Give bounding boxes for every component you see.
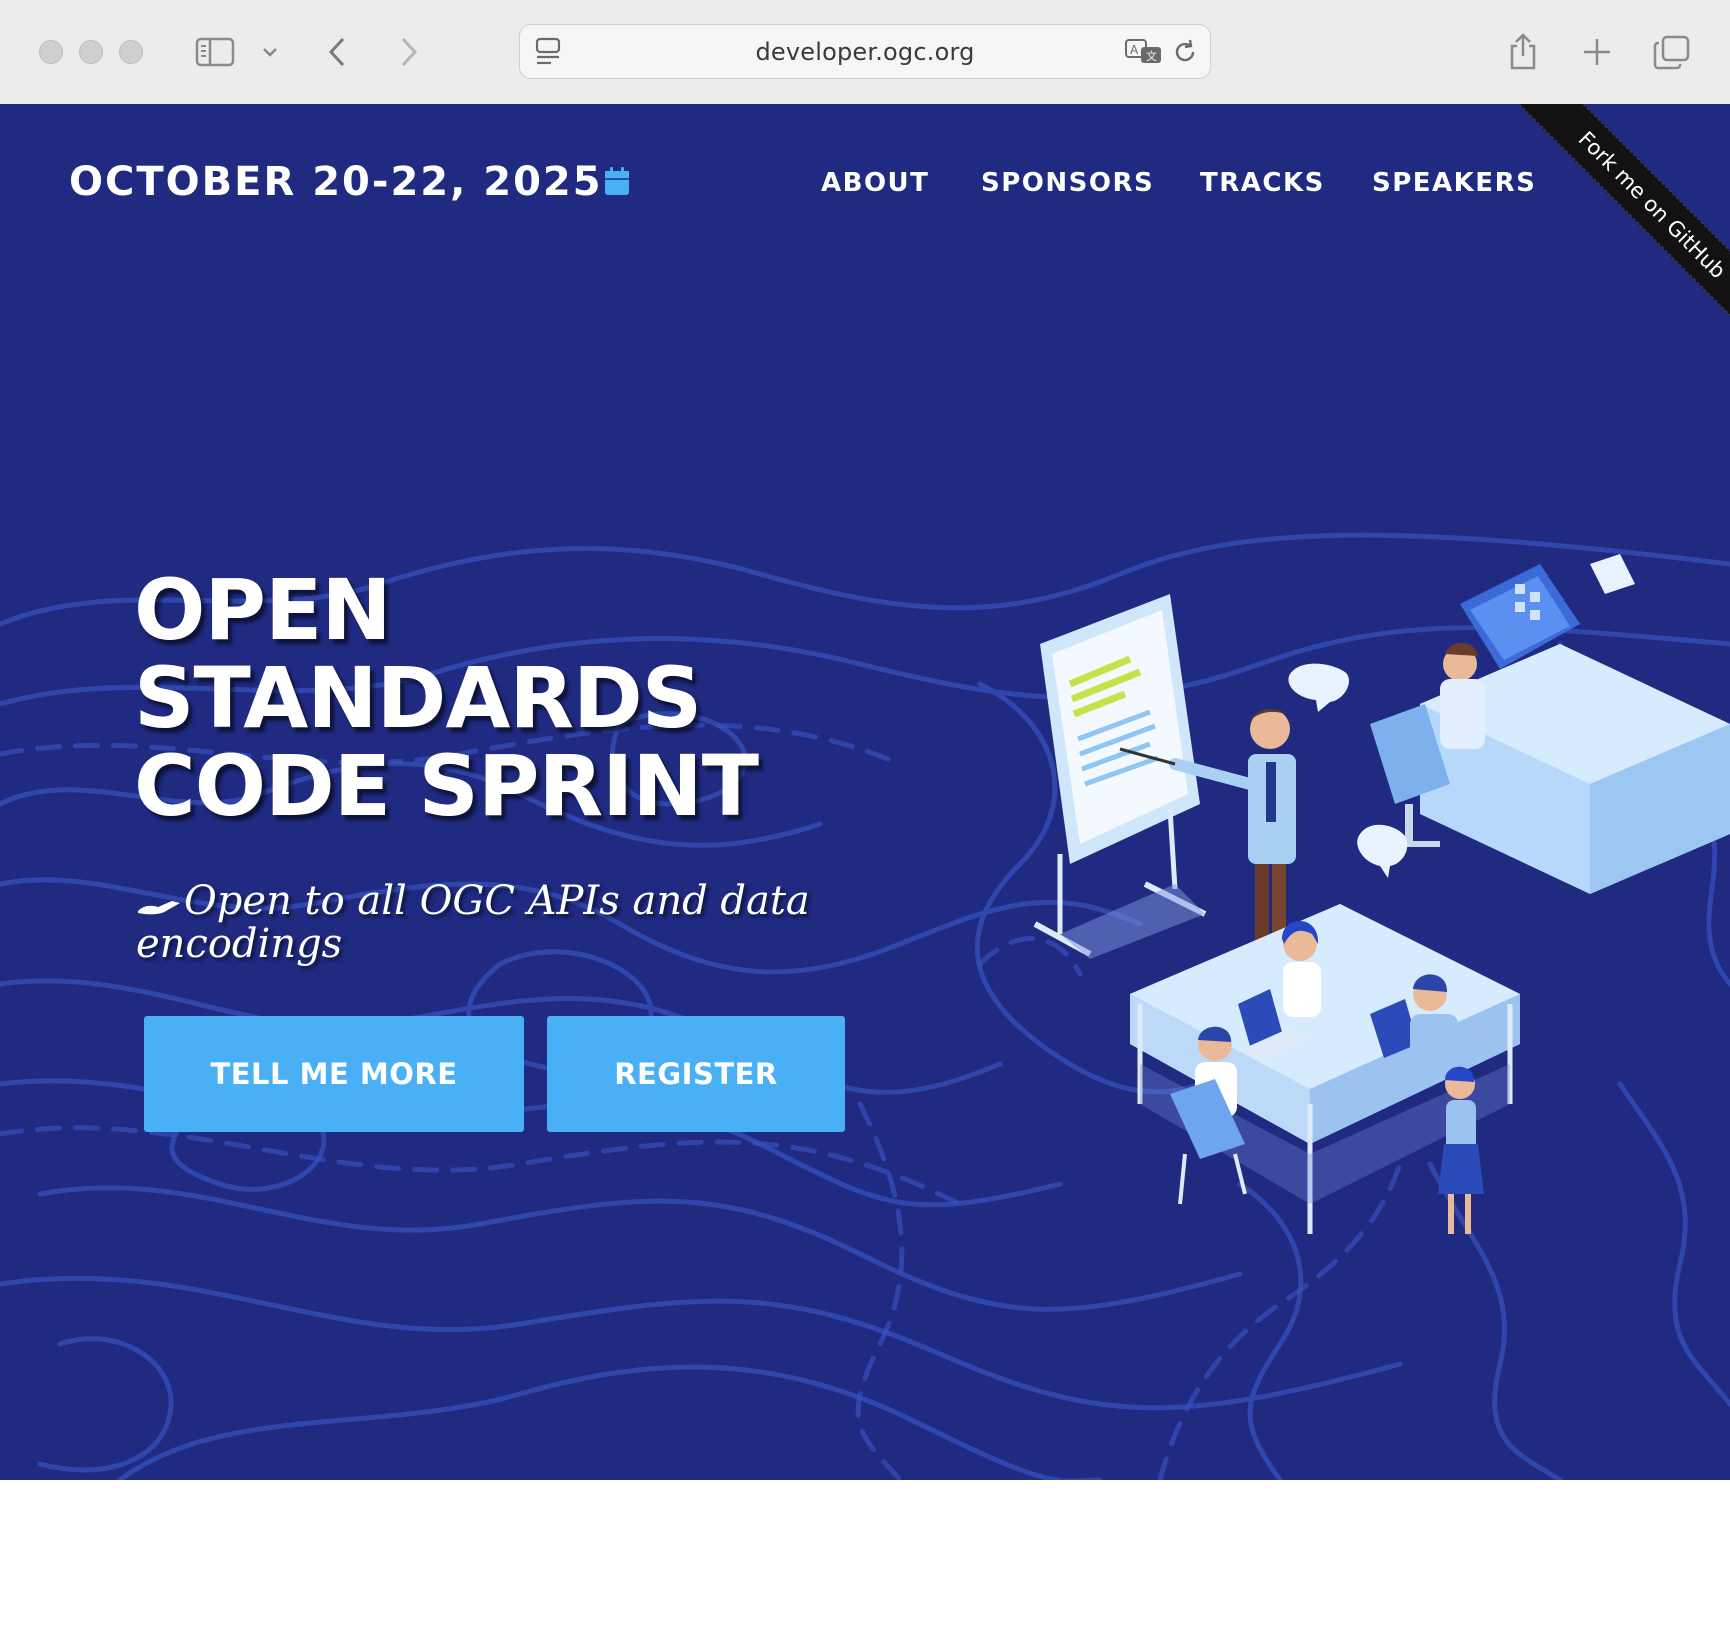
translate-icon[interactable]: A文 (1124, 37, 1164, 72)
back-icon[interactable] (322, 30, 352, 74)
sidebar-icon[interactable] (194, 30, 236, 74)
hero-section: OCTOBER 20-22, 2025 ABOUT SPONSORS TRACK… (0, 104, 1730, 1480)
reload-icon[interactable] (1170, 37, 1200, 72)
tabs-overview-icon[interactable] (1652, 30, 1692, 74)
hero-subtitle: Open to all OGC APIs and data encodings (136, 881, 816, 964)
close-window-button[interactable] (39, 40, 63, 64)
address-bar[interactable]: developer.ogc.org A文 (519, 24, 1211, 79)
share-icon[interactable] (1506, 30, 1540, 74)
nav-tracks[interactable]: TRACKS (1200, 168, 1325, 198)
new-tab-icon[interactable] (1580, 30, 1614, 74)
team-illustration (1033, 554, 1730, 1234)
hero-subtitle-text: Open to all OGC APIs and data encodings (136, 878, 810, 967)
svg-text:A: A (1130, 43, 1139, 57)
browser-toolbar: developer.ogc.org A文 (0, 0, 1730, 105)
hero-title: OPEN STANDARDS CODE SPRINT (134, 561, 759, 835)
fork-ribbon[interactable]: Fork me on GitHub (1490, 104, 1730, 344)
hero-title-line: STANDARDS (134, 649, 702, 747)
hero-title-line: CODE SPRINT (134, 737, 759, 835)
nav-about[interactable]: ABOUT (821, 168, 929, 198)
tell-me-more-button[interactable]: TELL ME MORE (144, 1016, 524, 1132)
fork-ribbon-text[interactable]: Fork me on GitHub (1574, 127, 1730, 283)
minimize-window-button[interactable] (79, 40, 103, 64)
whiteboard (1033, 594, 1207, 959)
upper-desk (1370, 554, 1730, 894)
nav-sponsors[interactable]: SPONSORS (981, 168, 1154, 198)
forward-icon[interactable] (394, 30, 424, 74)
zoom-window-button[interactable] (119, 40, 143, 64)
site-navbar: OCTOBER 20-22, 2025 ABOUT SPONSORS TRACK… (0, 104, 1730, 264)
chevron-down-icon[interactable] (258, 30, 282, 74)
url-text: developer.ogc.org (755, 38, 975, 66)
svg-text:文: 文 (1146, 49, 1157, 63)
handshake-icon (136, 884, 184, 924)
hero-title-line: OPEN (134, 561, 392, 659)
lower-desk (1130, 824, 1520, 1234)
event-dates[interactable]: OCTOBER 20-22, 2025 (69, 159, 603, 205)
register-button[interactable]: REGISTER (547, 1016, 845, 1132)
calendar-icon (604, 166, 630, 201)
